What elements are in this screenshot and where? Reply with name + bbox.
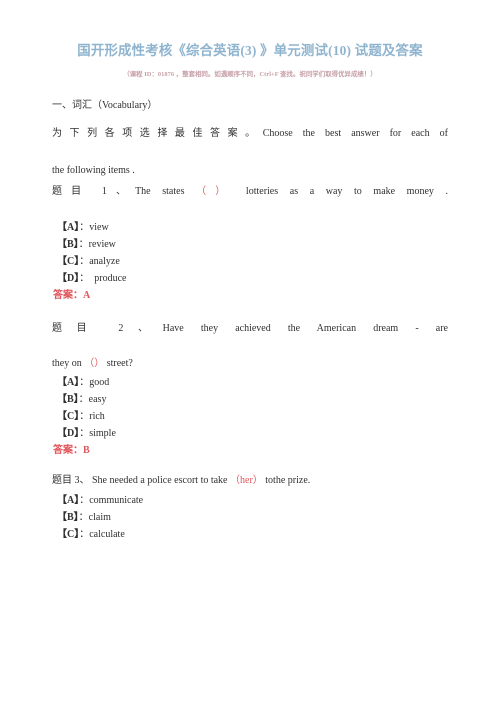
question-stem-3: 题目 3、 She needed a police escort to take… [52, 473, 448, 489]
instruction-paragraph: 为下列各项选择最佳答案。Choose the best answer for e… [52, 126, 448, 158]
question-stem-2-line1: 题目 2、Have they achieved the American dre… [52, 321, 448, 353]
question-stem-1-before: The states [135, 186, 197, 198]
option-2-b[interactable]: 【B】：easy [52, 392, 448, 407]
option-3-b[interactable]: 【B】：claim [52, 510, 448, 525]
option-1-a[interactable]: 【A】：view [52, 220, 448, 235]
option-sep-2-c: ： [79, 411, 90, 423]
option-2-d[interactable]: 【D】：simple [52, 426, 448, 441]
option-text-3-a: communicate [89, 494, 144, 506]
option-3-c[interactable]: 【C】：calculate [52, 527, 448, 542]
answer-line-1: 答案：A [52, 288, 448, 303]
option-text-2-d: simple [89, 428, 116, 440]
option-text-2-c: rich [89, 411, 105, 423]
question-blank-3: （her） [230, 475, 263, 487]
option-text-1-d: produce [89, 272, 127, 284]
option-1-c[interactable]: 【C】：analyze [52, 254, 448, 269]
answer-label-2: 答案： [53, 445, 83, 457]
question-stem-2-before: they on [52, 358, 85, 370]
answer-value-2: B [83, 445, 90, 457]
instruction-english-line2: the following items . [52, 165, 135, 177]
option-tag-1-c: 【C】 [57, 255, 80, 267]
question-stem-1-after: lotteries as a way to make money . [234, 186, 449, 198]
answer-line-2: 答案：B [52, 443, 448, 458]
option-tag-1-d: 【D】 [57, 272, 80, 284]
question-blank-1: （） [196, 186, 235, 198]
option-1-d[interactable]: 【D】： produce [52, 271, 448, 286]
instruction-chinese: 为下列各项选择最佳答案。 [52, 127, 263, 139]
option-tag-2-b: 【B】 [57, 394, 79, 406]
question-block-2: 题目 2、Have they achieved the American dre… [52, 321, 448, 459]
question-stem-2-text-line1: 题目 2、Have they achieved the American dre… [52, 322, 448, 334]
question-block-1: 题目 1、The states （） lotteries as a way to… [52, 184, 448, 302]
option-text-2-b: easy [88, 394, 107, 406]
option-2-a[interactable]: 【A】：good [52, 375, 448, 390]
option-sep-2-d: ： [79, 428, 90, 440]
option-1-b[interactable]: 【B】：review [52, 237, 448, 252]
option-sep-3-c: ： [79, 528, 90, 540]
option-sep-1-b: ： [78, 238, 89, 250]
option-2-c[interactable]: 【C】：rich [52, 409, 448, 424]
option-tag-2-c: 【C】 [57, 411, 80, 423]
question-blank-2: （） [84, 358, 105, 370]
option-text-1-a: view [89, 221, 109, 233]
question-block-3: 题目 3、 She needed a police escort to take… [52, 473, 448, 541]
option-text-3-b: claim [88, 511, 111, 523]
document-body: 一、词汇（Vocabulary） 为下列各项选择最佳答案。Choose the … [52, 80, 448, 541]
answer-value-1: A [83, 289, 91, 301]
option-tag-2-a: 【A】 [57, 377, 80, 389]
option-tag-3-b: 【B】 [57, 511, 79, 523]
question-stem-2-after: street? [104, 358, 133, 370]
option-sep-3-b: ： [78, 511, 89, 523]
page-title: 国开形成性考核《综合英语(3) 》单元测试(10) 试题及答案 [77, 43, 423, 58]
question-number-1: 题目 1、 [52, 186, 136, 198]
option-text-1-c: analyze [89, 255, 120, 267]
option-sep-1-c: ： [79, 255, 90, 267]
option-text-2-a: good [89, 377, 110, 389]
question-stem-2-line2: they on （） street? [52, 356, 448, 372]
document-page: 国开形成性考核《综合英语(3) 》单元测试(10) 试题及答案 （课程 ID：0… [0, 0, 500, 708]
option-tag-1-a: 【A】 [57, 221, 80, 233]
instruction-english: Choose the best answer for each of [262, 127, 449, 139]
question-stem-1: 题目 1、The states （） lotteries as a way to… [52, 184, 448, 216]
section-heading-vocabulary: 一、词汇（Vocabulary） [52, 100, 158, 112]
option-tag-3-a: 【A】 [57, 494, 80, 506]
option-sep-1-a: ： [79, 221, 90, 233]
option-tag-2-d: 【D】 [57, 428, 80, 440]
option-sep-2-a: ： [79, 377, 90, 389]
option-text-3-c: calculate [89, 528, 125, 540]
question-stem-3-after: tothe prize. [262, 475, 311, 487]
question-stem-3-before: 题目 3、 She needed a police escort to take [52, 475, 230, 487]
option-sep-3-a: ： [79, 494, 90, 506]
answer-label-1: 答案： [53, 289, 83, 301]
option-3-a[interactable]: 【A】：communicate [52, 493, 448, 508]
option-sep-2-b: ： [78, 394, 89, 406]
option-text-1-b: review [88, 238, 116, 250]
instruction-paragraph-line2: the following items . [52, 163, 448, 179]
option-sep-1-d: ： [79, 272, 90, 284]
page-subtitle: （课程 ID：01876 ，整套相同。如遇顺序不同，Ctrl+F 查找。祝同学们… [123, 71, 377, 79]
option-tag-1-b: 【B】 [57, 238, 79, 250]
option-tag-3-c: 【C】 [57, 528, 80, 540]
